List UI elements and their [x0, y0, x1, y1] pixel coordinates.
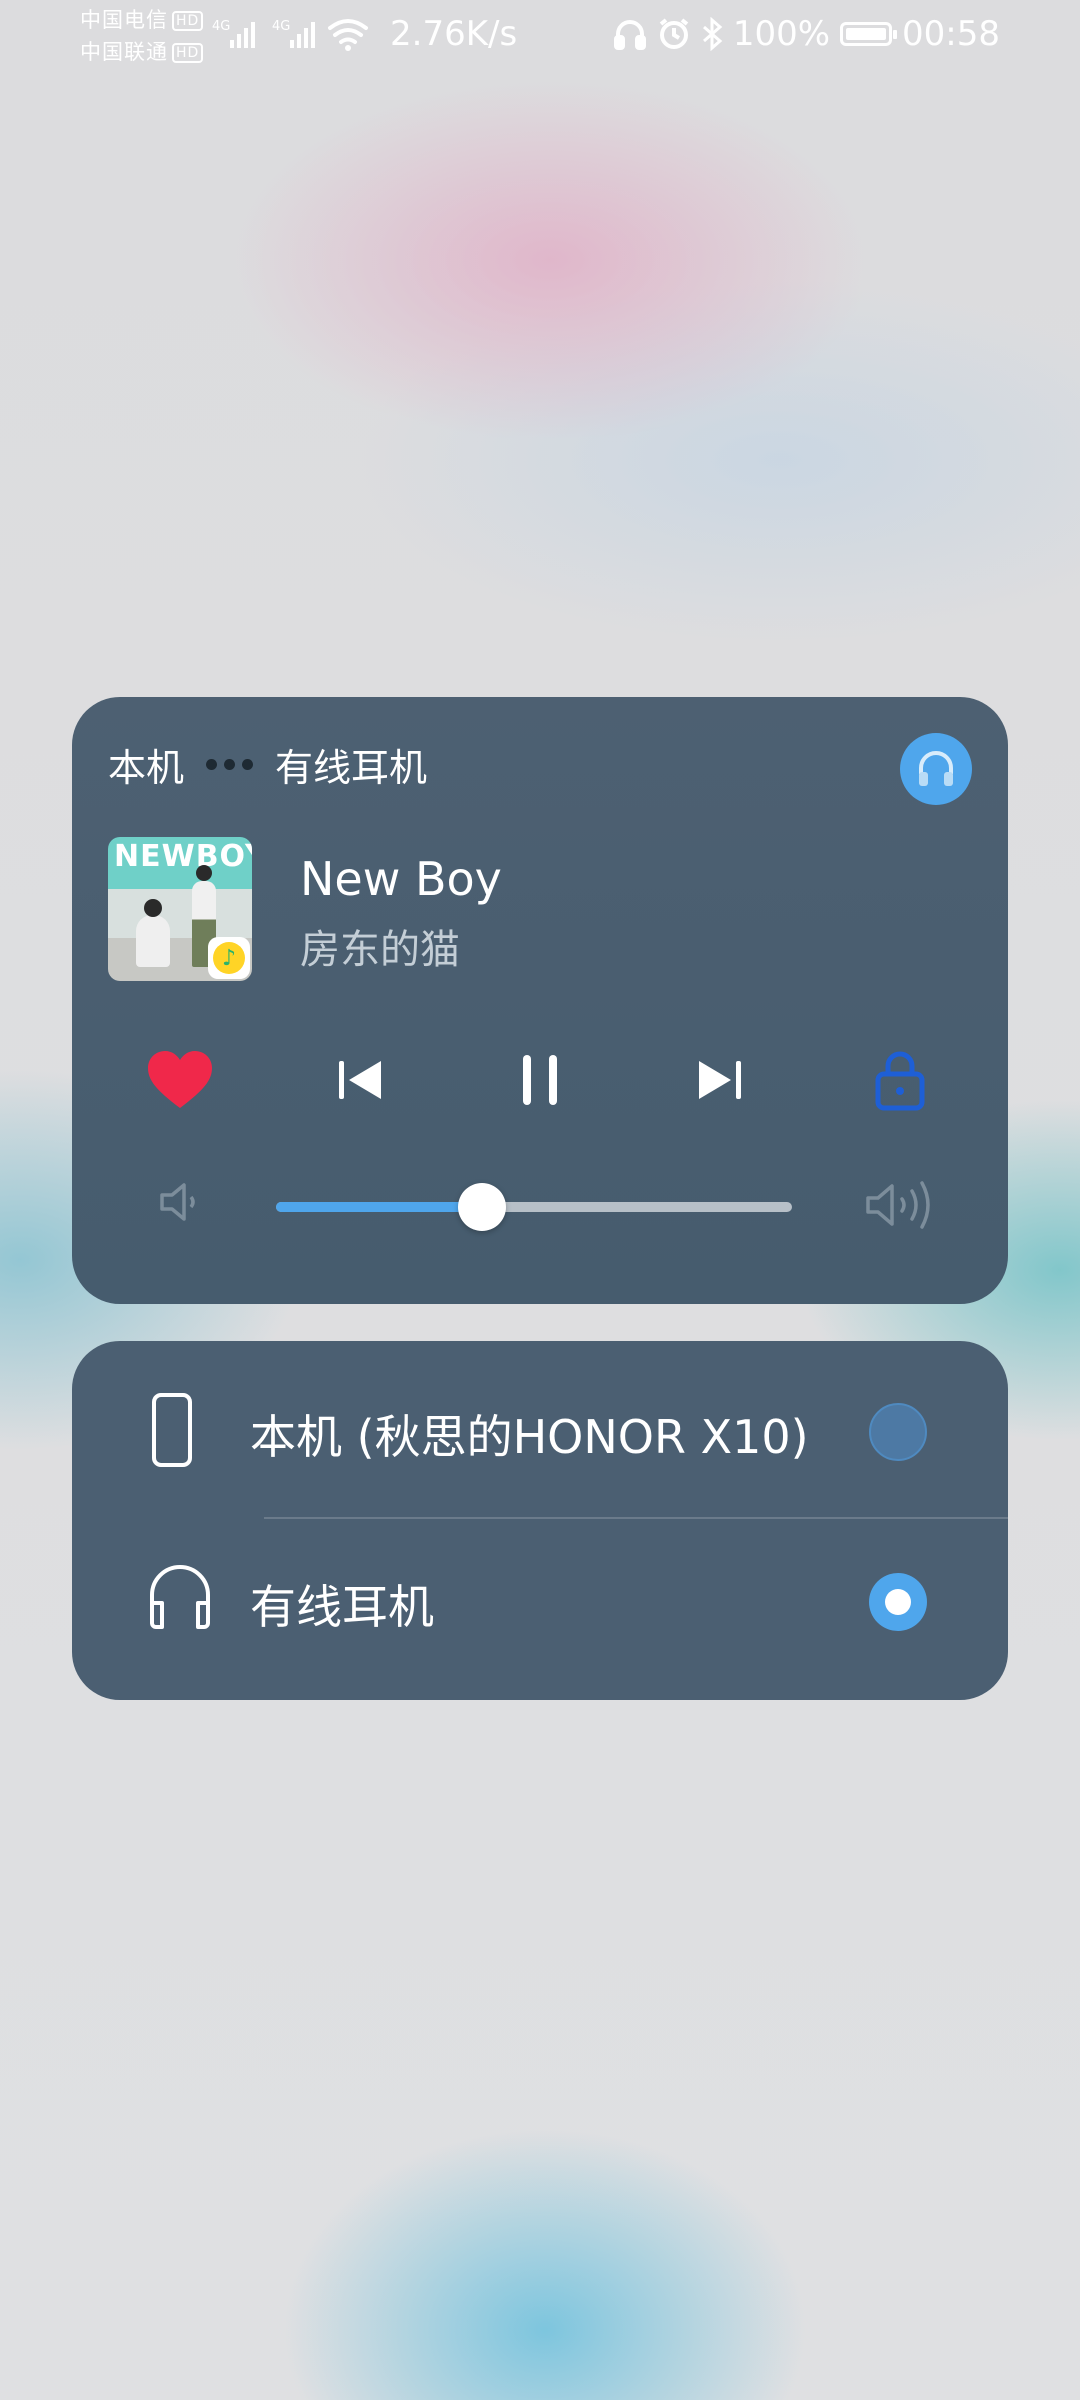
carrier-1: 中国电信 HD — [80, 8, 204, 32]
status-right: 100% 00:58 — [613, 14, 1000, 54]
volume-high-icon — [864, 1177, 940, 1233]
pause-button[interactable] — [495, 1035, 585, 1125]
output-item-wired-headphones[interactable]: 有线耳机 — [72, 1511, 1008, 1681]
carrier-1-label: 中国电信 — [80, 8, 168, 32]
song-artist: 房东的猫 — [300, 927, 460, 973]
headphones-route-icon[interactable] — [900, 733, 972, 805]
bluetooth-icon — [702, 17, 723, 51]
hd-badge: HD — [172, 43, 204, 63]
output-item-phone[interactable]: 本机 (秋思的HONOR X10) — [72, 1341, 1008, 1519]
route-dots-icon — [206, 759, 254, 770]
next-icon — [699, 1061, 741, 1099]
next-button[interactable] — [675, 1035, 765, 1125]
hd-badge: HD — [172, 11, 204, 31]
headphones-icon — [613, 20, 646, 50]
alarm-icon — [659, 18, 689, 49]
volume-low-icon — [156, 1177, 206, 1227]
audio-output-list: 本机 (秋思的HONOR X10) 有线耳机 — [72, 1341, 1008, 1700]
volume-slider-thumb[interactable] — [458, 1183, 507, 1231]
status-bar: 中国电信 HD 中国联通 HD 4G 4G 2.76K/s 100% 00:58 — [0, 0, 1080, 70]
previous-icon — [339, 1061, 381, 1099]
music-app-icon: ♪ — [208, 937, 250, 979]
route-target: 有线耳机 — [275, 746, 428, 790]
carrier-2: 中国联通 HD — [80, 40, 204, 64]
song-title: New Boy — [300, 852, 502, 906]
route-source: 本机 — [108, 746, 185, 790]
lock-button[interactable] — [855, 1035, 945, 1125]
volume-slider-fill — [276, 1202, 483, 1212]
battery-percent: 100% — [732, 14, 831, 54]
heart-icon — [148, 1051, 212, 1108]
wifi-icon — [328, 19, 368, 44]
album-figure — [136, 899, 170, 967]
carrier-2-label: 中国联通 — [80, 40, 168, 64]
album-art[interactable]: NEWBOY ♪ — [108, 837, 252, 981]
output-radio-selected[interactable] — [869, 1573, 927, 1631]
like-button[interactable] — [135, 1035, 225, 1125]
output-radio-unselected[interactable] — [869, 1403, 927, 1461]
signal-icon: 4G 4G — [212, 19, 368, 51]
net-speed: 2.76K/s — [390, 14, 518, 54]
phone-icon — [152, 1393, 192, 1467]
clock: 00:58 — [902, 14, 1000, 54]
output-label: 本机 (秋思的HONOR X10) — [250, 1410, 809, 1464]
svg-text:4G: 4G — [212, 19, 230, 34]
svg-text:4G: 4G — [272, 19, 290, 34]
lock-icon — [875, 1051, 925, 1111]
media-player-card: 本机 有线耳机 NEWBOY ♪ New Boy 房东的猫 — [72, 697, 1008, 1304]
audio-route[interactable]: 本机 有线耳机 — [108, 737, 427, 792]
output-label: 有线耳机 — [250, 1580, 434, 1634]
album-art-text: NEWBOY — [114, 839, 252, 874]
volume-slider[interactable] — [276, 1183, 792, 1231]
battery-icon — [840, 22, 898, 46]
pause-icon — [523, 1055, 557, 1105]
previous-button[interactable] — [315, 1035, 405, 1125]
headphones-icon — [150, 1565, 210, 1629]
